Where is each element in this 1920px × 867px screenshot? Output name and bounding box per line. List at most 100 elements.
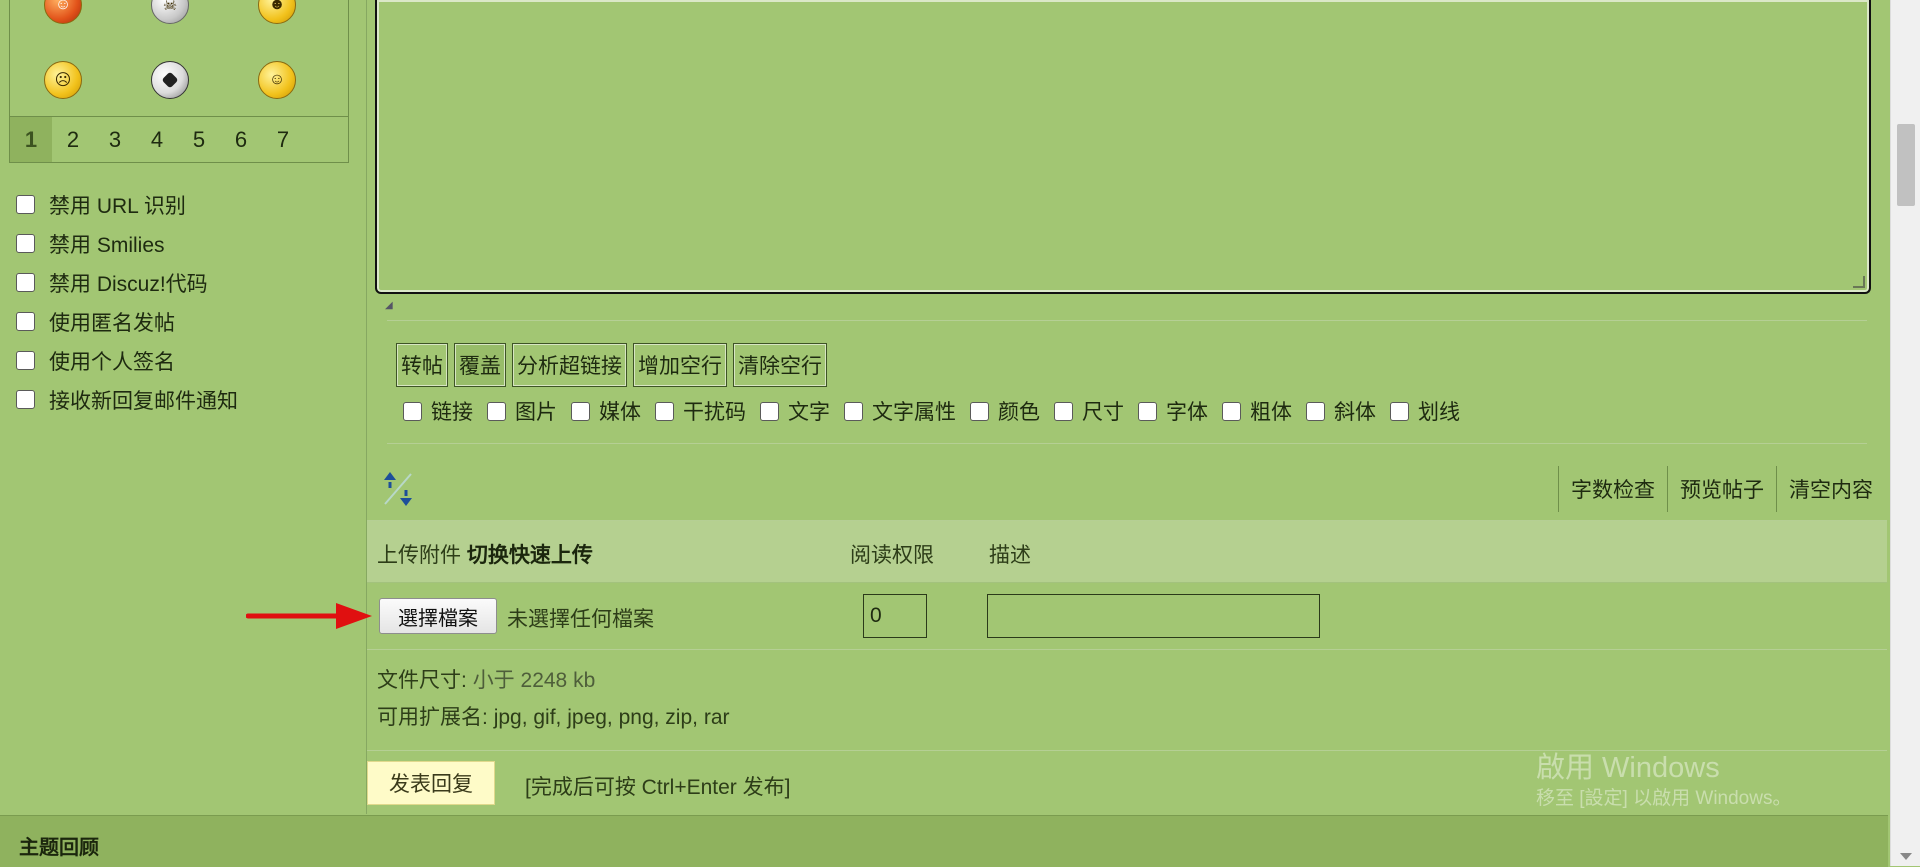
checkbox[interactable] [1138, 401, 1157, 421]
check-label: 粗体 [1250, 401, 1292, 424]
smilies-page-2[interactable]: 2 [52, 117, 94, 162]
checkbox[interactable] [16, 234, 35, 253]
checkbox[interactable] [970, 401, 989, 421]
check-label: 斜体 [1334, 401, 1376, 424]
check-noise-code[interactable]: 干扰码 [655, 396, 746, 426]
description-heading: 描述 [989, 544, 1031, 567]
check-bold[interactable]: 粗体 [1222, 396, 1292, 426]
editor-footer: 字数检查 预览帖子 清空内容 [367, 458, 1887, 521]
watermark-line1: 啟用 Windows [1536, 752, 1720, 784]
skull-smiley-icon[interactable]: ☠ [151, 0, 189, 24]
check-color[interactable]: 颜色 [970, 396, 1040, 426]
topic-review-bar[interactable]: 主题回顾 [0, 815, 1888, 867]
smilies-page-7[interactable]: 7 [262, 117, 304, 162]
smilies-page-5[interactable]: 5 [178, 117, 220, 162]
ball-pattern [161, 71, 179, 89]
resize-handle[interactable] [1853, 276, 1865, 288]
parse-links-button[interactable]: 分析超链接 [512, 343, 627, 387]
add-blank-lines-button[interactable]: 增加空行 [633, 343, 727, 387]
checkbox[interactable] [16, 390, 35, 409]
option-email-notify: 接收新回复邮件通知 [16, 380, 238, 419]
resize-corner-icon: ◢ [385, 300, 393, 311]
check-label: 颜色 [998, 401, 1040, 424]
soccer-ball-icon[interactable] [151, 61, 189, 99]
check-text[interactable]: 文字 [760, 396, 830, 426]
topic-review-title: 主题回顾 [19, 837, 99, 859]
option-disable-discuz-code: 禁用 Discuz!代码 [16, 263, 238, 302]
smilies-panel: ☺ ☠ ☻ ☹ ☺ 1 2 3 4 5 6 7 [9, 0, 349, 163]
check-label: 划线 [1418, 401, 1460, 424]
description-input[interactable] [987, 594, 1320, 638]
check-text-attr[interactable]: 文字属性 [844, 396, 956, 426]
preview-post-button[interactable]: 预览帖子 [1667, 466, 1776, 512]
check-label: 干扰码 [683, 401, 746, 424]
checkbox[interactable] [844, 401, 863, 421]
tool-buttons: 转帖 覆盖 分析超链接 增加空行 清除空行 [396, 343, 827, 387]
checkbox[interactable] [16, 195, 35, 214]
read-permission-input[interactable] [863, 594, 927, 638]
option-label: 禁用 URL 识别 [49, 194, 186, 218]
smilies-page-4[interactable]: 4 [136, 117, 178, 162]
checkbox[interactable] [16, 351, 35, 370]
submit-shortcut-hint: [完成后可按 Ctrl+Enter 发布] [525, 776, 791, 799]
option-label: 禁用 Discuz!代码 [49, 272, 208, 296]
file-info: 文件尺寸: 小于 2248 kb 可用扩展名: jpg, gif, jpeg, … [377, 662, 730, 736]
smilies-page-3[interactable]: 3 [94, 117, 136, 162]
message-textarea[interactable] [375, 0, 1871, 294]
checkbox[interactable] [1306, 401, 1325, 421]
checkbox[interactable] [16, 273, 35, 292]
check-link[interactable]: 链接 [403, 396, 473, 426]
checkbox[interactable] [760, 401, 779, 421]
option-disable-smilies: 禁用 Smilies [16, 224, 238, 263]
cool-smiley-icon[interactable]: ☻ [258, 0, 296, 24]
scrollbar-thumb[interactable] [1897, 124, 1915, 206]
editor-wrapper [375, 0, 1871, 296]
option-disable-url: 禁用 URL 识别 [16, 185, 238, 224]
checkbox[interactable] [403, 401, 422, 421]
check-font[interactable]: 字体 [1138, 396, 1208, 426]
app-window: ☺ ☠ ☻ ☹ ☺ 1 2 3 4 5 6 7 禁用 URL 识别 禁用 Smi… [0, 0, 1920, 867]
file-size-line: 文件尺寸: 小于 2248 kb [377, 662, 730, 699]
option-anonymous-post: 使用匿名发帖 [16, 302, 238, 341]
post-reply-button[interactable]: 发表回复 [367, 761, 495, 805]
file-ext-line: 可用扩展名: jpg, gif, jpeg, png, zip, rar [377, 699, 730, 736]
editor-actions: 字数检查 预览帖子 清空内容 [1558, 466, 1885, 512]
checkbox[interactable] [571, 401, 590, 421]
option-label: 接收新回复邮件通知 [49, 389, 238, 413]
read-permission-heading: 阅读权限 [850, 544, 934, 567]
checkbox[interactable] [1054, 401, 1073, 421]
upload-label: 上传附件 [377, 544, 461, 567]
option-label: 使用个人签名 [49, 350, 175, 374]
swap-editor-icon[interactable] [381, 470, 415, 508]
check-label: 字体 [1166, 401, 1208, 424]
check-strike[interactable]: 划线 [1390, 396, 1460, 426]
smilies-page-6[interactable]: 6 [220, 117, 262, 162]
sleepy-smiley-icon[interactable]: ☺ [258, 61, 296, 99]
checkbox[interactable] [16, 312, 35, 331]
overwrite-button[interactable]: 覆盖 [454, 343, 506, 387]
scroll-down-arrow-icon[interactable] [1900, 853, 1912, 860]
checkbox[interactable] [1390, 401, 1409, 421]
devil-smiley-icon[interactable]: ☺ [44, 0, 82, 24]
smilies-page-1[interactable]: 1 [10, 117, 52, 162]
file-ext-value: jpg, gif, jpeg, png, zip, rar [493, 706, 730, 729]
clear-content-button[interactable]: 清空内容 [1776, 466, 1885, 512]
check-image[interactable]: 图片 [487, 396, 557, 426]
smilies-pagination: 1 2 3 4 5 6 7 [10, 116, 348, 162]
checkbox[interactable] [1222, 401, 1241, 421]
page-scrollbar[interactable] [1890, 0, 1920, 866]
option-label: 使用匿名发帖 [49, 311, 175, 335]
option-use-signature: 使用个人签名 [16, 341, 238, 380]
check-size[interactable]: 尺寸 [1054, 396, 1124, 426]
checkbox[interactable] [655, 401, 674, 421]
angry-smiley-icon[interactable]: ☹ [44, 61, 82, 99]
toggle-quick-upload-link[interactable]: 切换快速上传 [467, 544, 593, 567]
check-italic[interactable]: 斜体 [1306, 396, 1376, 426]
repost-button[interactable]: 转帖 [396, 343, 448, 387]
choose-file-button[interactable]: 選擇檔案 [379, 598, 497, 634]
clear-blank-lines-button[interactable]: 清除空行 [733, 343, 827, 387]
checkbox[interactable] [487, 401, 506, 421]
tool-checkboxes: 链接 图片 媒体 干扰码 文字 文字属性 颜色 尺寸 字体 粗体 斜体 划线 [403, 393, 1474, 429]
word-count-button[interactable]: 字数检查 [1558, 466, 1667, 512]
check-media[interactable]: 媒体 [571, 396, 641, 426]
